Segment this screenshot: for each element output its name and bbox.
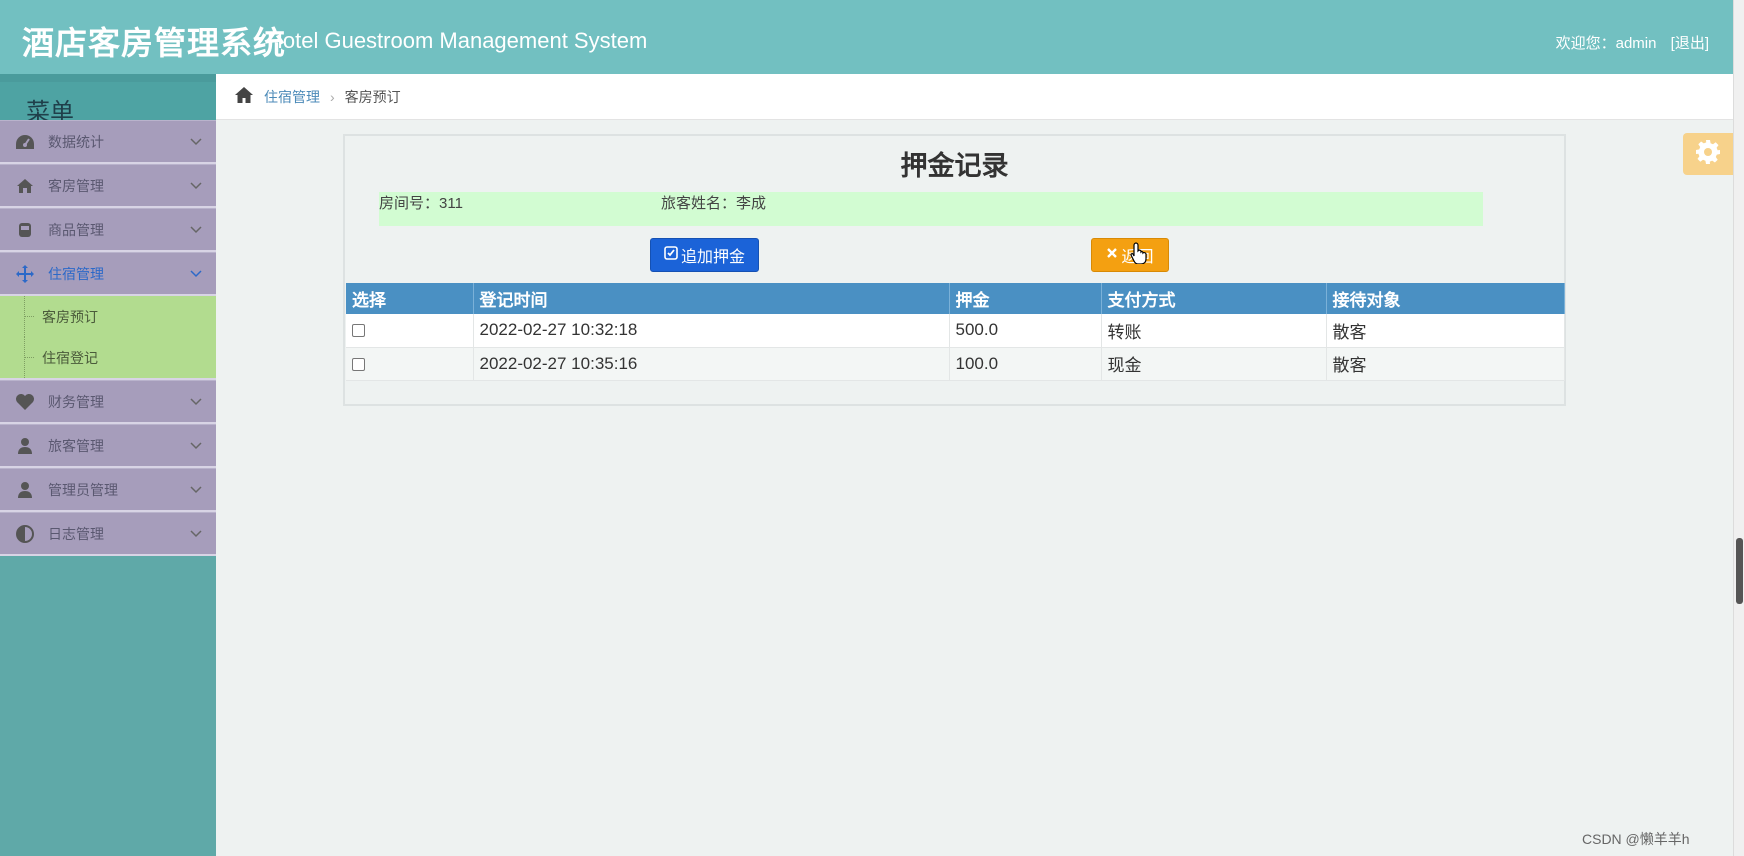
sidebar-item-label: 财务管理 xyxy=(48,393,104,410)
cell-method: 现金 xyxy=(1101,347,1327,381)
column-header-deposit: 押金 xyxy=(949,283,1102,314)
cell-target: 散客 xyxy=(1326,314,1565,348)
table-row: 2022-02-27 10:32:18 500.0 转账 散客 xyxy=(346,314,1565,348)
sidebar-subitem-booking[interactable]: 客房预订 xyxy=(0,296,216,337)
sidebar-item-lodging[interactable]: 住宿管理 xyxy=(0,252,216,296)
sidebar-item-guests[interactable]: 旅客管理 xyxy=(0,424,216,468)
move-icon xyxy=(14,263,36,285)
sidebar-subitem-checkin[interactable]: 住宿登记 xyxy=(0,337,216,378)
home-icon xyxy=(14,175,36,197)
scrollbar-thumb[interactable] xyxy=(1736,538,1743,604)
hand-cursor-icon xyxy=(1130,242,1148,269)
table-header-row: 选择 登记时间 押金 支付方式 接待对象 xyxy=(346,283,1565,314)
cell-target: 散客 xyxy=(1326,347,1565,381)
sidebar-item-label: 旅客管理 xyxy=(48,437,104,454)
breadcrumb-parent-link[interactable]: 住宿管理 xyxy=(264,87,320,107)
sidebar-item-admins[interactable]: 管理员管理 xyxy=(0,468,216,512)
user-icon xyxy=(14,479,36,501)
add-deposit-button[interactable]: 追加押金 xyxy=(650,238,759,272)
user-info: 欢迎您：admin [退出] xyxy=(1556,32,1709,53)
sidebar-item-finance[interactable]: 财务管理 xyxy=(0,380,216,424)
menu-title: 菜单 xyxy=(0,74,216,126)
cell-deposit: 100.0 xyxy=(949,347,1102,381)
heart-icon xyxy=(14,391,36,413)
sidebar-item-label: 管理员管理 xyxy=(48,481,118,498)
logout-link[interactable]: [退出] xyxy=(1671,35,1709,52)
add-deposit-label: 追加押金 xyxy=(680,249,745,266)
breadcrumb: 住宿管理 › 客房预订 xyxy=(216,74,1733,120)
sidebar-item-label: 客房管理 xyxy=(48,177,104,194)
chevron-down-icon xyxy=(190,221,202,237)
cell-method: 转账 xyxy=(1101,314,1327,348)
sidebar-item-products[interactable]: 商品管理 xyxy=(0,208,216,252)
sidebar-item-label: 商品管理 xyxy=(48,221,104,238)
page-scrollbar[interactable] xyxy=(1733,0,1744,856)
check-square-icon xyxy=(664,245,678,265)
deposit-panel: 押金记录 房间号：311 旅客姓名：李成 追加押金 返回 选择 登记时间 押金 … xyxy=(343,134,1566,406)
guest-name: 旅客姓名：李成 xyxy=(661,195,767,212)
chevron-down-icon xyxy=(190,393,202,409)
sidebar-item-label: 日志管理 xyxy=(48,525,104,542)
watermark: CSDN @懒羊羊h xyxy=(1582,831,1690,847)
settings-gear-button[interactable] xyxy=(1683,133,1733,175)
cell-time: 2022-02-27 10:32:18 xyxy=(473,314,950,348)
column-header-time: 登记时间 xyxy=(473,283,950,314)
sidebar-item-statistics[interactable]: 数据统计 xyxy=(0,120,216,164)
lodging-submenu: 客房预订 住宿登记 xyxy=(0,296,216,380)
breadcrumb-separator-icon: › xyxy=(330,88,335,105)
chevron-down-icon xyxy=(190,133,202,149)
chevron-down-icon xyxy=(190,177,202,193)
sidebar-item-logs[interactable]: 日志管理 xyxy=(0,512,216,556)
chevron-down-icon xyxy=(190,481,202,497)
product-icon xyxy=(14,219,36,241)
guest-info-bar: 房间号：311 旅客姓名：李成 xyxy=(379,192,1483,226)
row-checkbox[interactable] xyxy=(352,324,365,338)
close-icon xyxy=(1106,246,1118,264)
app-header: 酒店客房管理系统 Hotel Guestroom Management Syst… xyxy=(0,0,1733,74)
welcome-text: 欢迎您：admin xyxy=(1555,35,1657,52)
row-checkbox[interactable] xyxy=(352,357,365,371)
table-row: 2022-02-27 10:35:16 100.0 现金 散客 xyxy=(346,347,1565,381)
room-number: 房间号：311 xyxy=(379,195,463,212)
chevron-down-icon xyxy=(190,265,202,281)
app-subtitle: Hotel Guestroom Management System xyxy=(267,28,648,53)
user-icon xyxy=(14,435,36,457)
column-header-select: 选择 xyxy=(346,283,474,314)
chevron-down-icon xyxy=(190,437,202,453)
app-title: 酒店客房管理系统 xyxy=(22,25,287,61)
cell-deposit: 500.0 xyxy=(949,314,1102,348)
deposit-table: 选择 登记时间 押金 支付方式 接待对象 2022-02-27 10:32:18… xyxy=(346,283,1565,381)
sidebar-item-rooms[interactable]: 客房管理 xyxy=(0,164,216,208)
breadcrumb-current: 客房预订 xyxy=(344,88,401,105)
sidebar-item-label: 住宿管理 xyxy=(48,265,104,282)
column-header-method: 支付方式 xyxy=(1101,283,1327,314)
sidebar: 菜单 数据统计 客房管理 商品管理 住宿管理 客房预订 住宿登记 财务管理 旅客… xyxy=(0,74,216,856)
gear-icon xyxy=(1695,139,1721,170)
chevron-down-icon xyxy=(190,525,202,541)
page-title: 押金记录 xyxy=(900,151,1009,181)
dashboard-icon xyxy=(14,131,36,153)
home-icon[interactable] xyxy=(234,86,254,107)
adjust-icon xyxy=(14,523,36,545)
sidebar-item-label: 数据统计 xyxy=(48,133,104,150)
column-header-target: 接待对象 xyxy=(1326,283,1565,314)
cell-time: 2022-02-27 10:35:16 xyxy=(473,347,950,381)
